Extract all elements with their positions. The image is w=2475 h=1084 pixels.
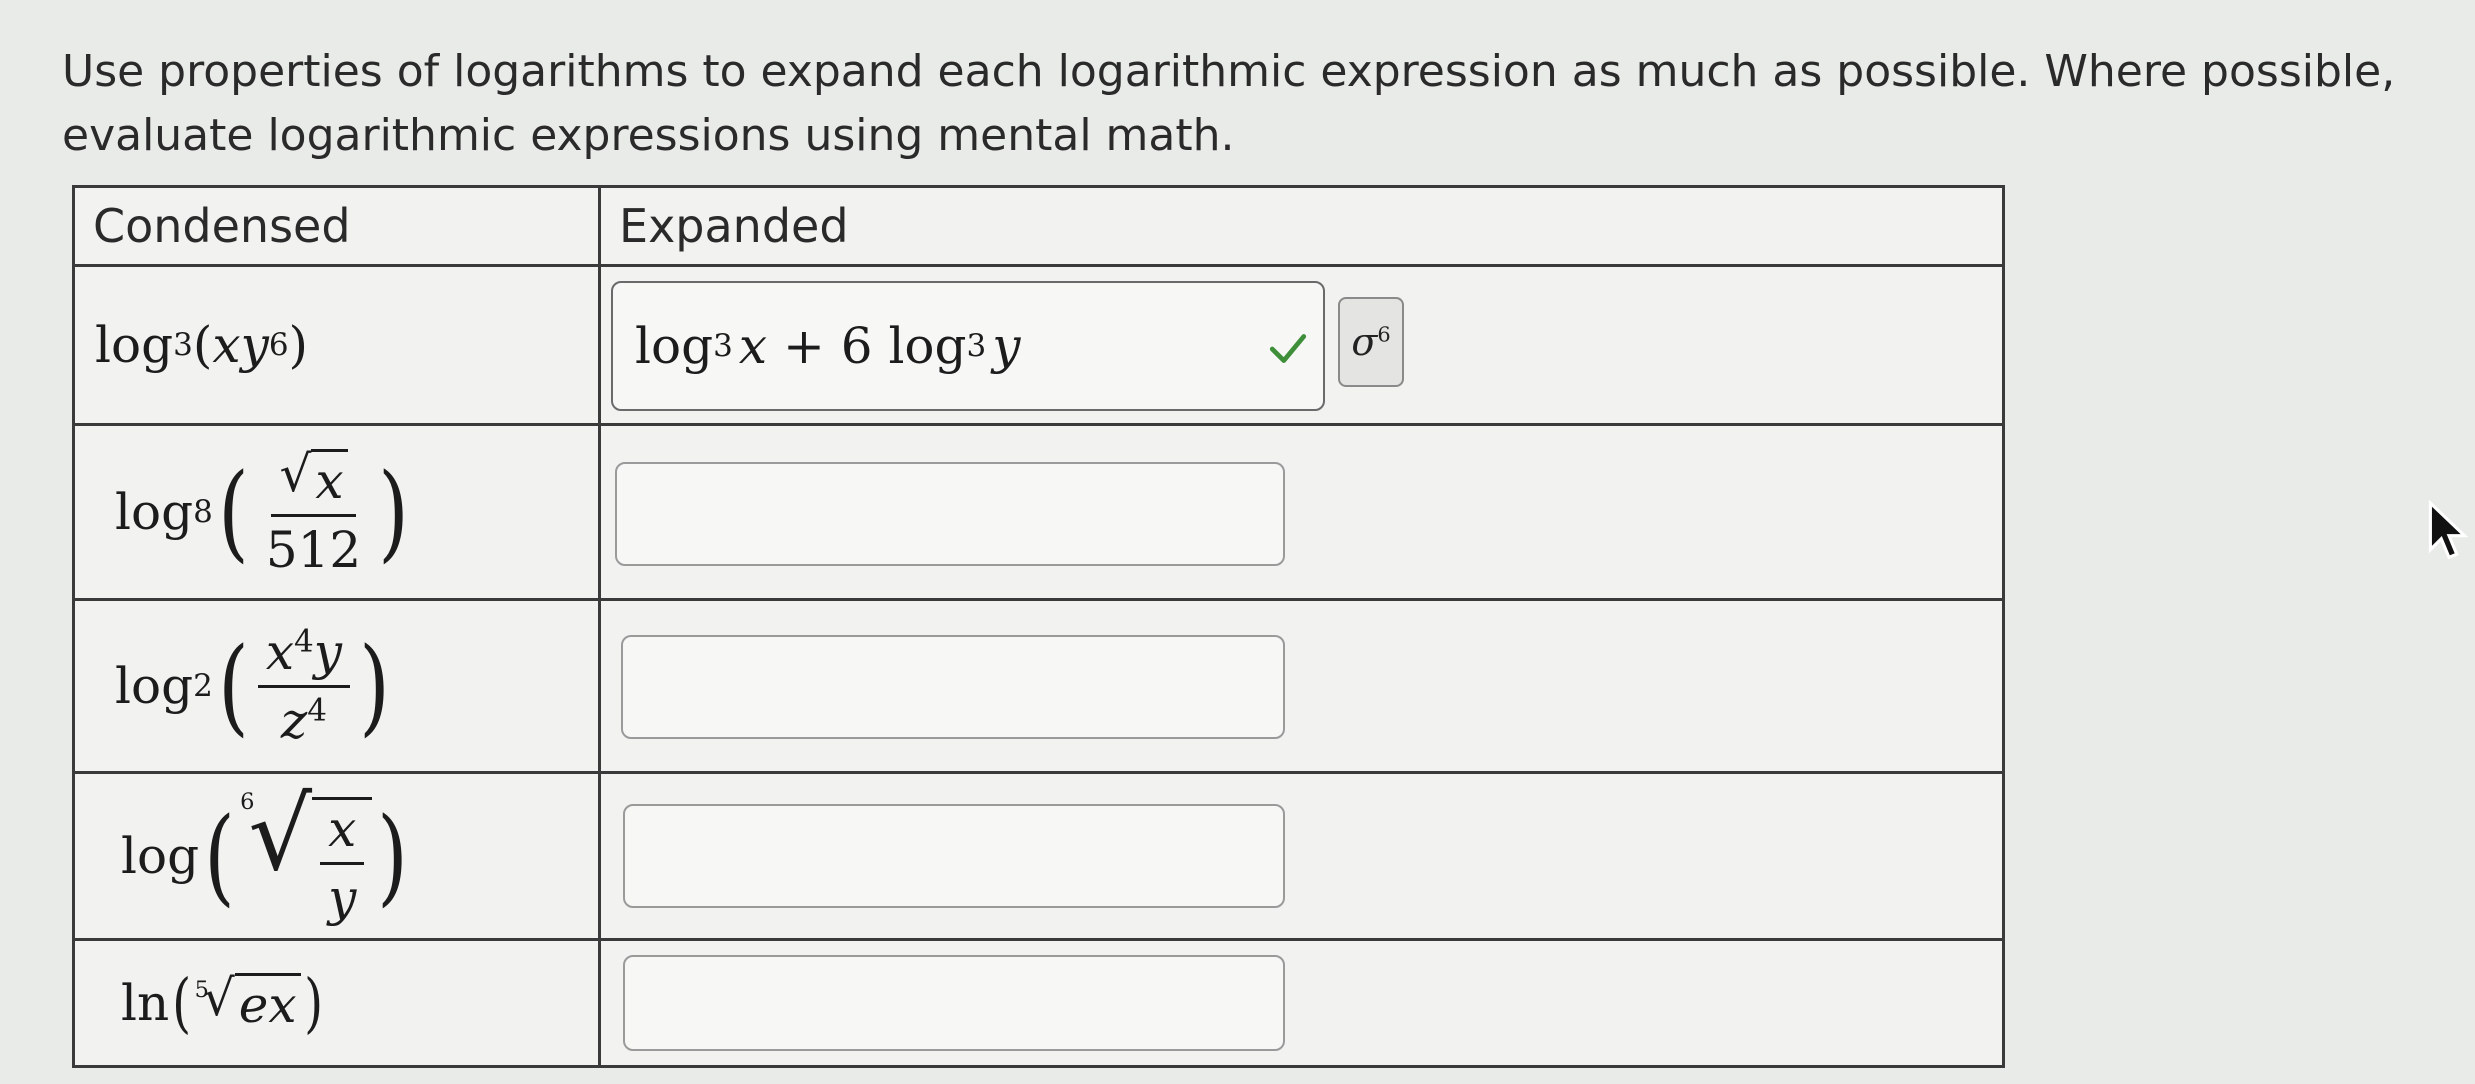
expanded-cell-3 [598, 598, 2005, 774]
table-row: log 8 ( √ x 512 ) [72, 423, 2005, 601]
answer-input-3[interactable] [621, 635, 1285, 739]
expanded-cell-2 [598, 423, 2005, 601]
condensed-expression-3: log 2 ( x4y z4 ) [72, 598, 601, 774]
table-row: log ( 6 √ x y ) [72, 771, 2005, 941]
table-header-row: Condensed Expanded [72, 185, 2005, 267]
arrow-cursor-icon [2428, 500, 2469, 560]
table-row: log 3 ( xy6 ) log 3 x + 6 log 3 y σ6 [72, 264, 2005, 426]
expanded-cell-4 [598, 771, 2005, 941]
table-row: log 2 ( x4y z4 ) [72, 598, 2005, 774]
expanded-cell-1: log 3 x + 6 log 3 y σ6 [598, 264, 2005, 426]
header-expanded: Expanded [598, 185, 2005, 267]
answer-input-1[interactable]: log 3 x + 6 log 3 y [611, 281, 1325, 411]
condensed-expression-2: log 8 ( √ x 512 ) [72, 423, 601, 601]
condensed-expression-5: ln ( 5 √ ex ) [72, 938, 601, 1068]
instructions-text: Use properties of logarithms to expand e… [62, 46, 2396, 161]
header-condensed: Condensed [72, 185, 601, 267]
condensed-expression-1: log 3 ( xy6 ) [72, 264, 601, 426]
answer-input-4[interactable] [623, 804, 1285, 908]
answer-input-5[interactable] [623, 955, 1285, 1051]
sigma-superscript-icon: σ6 [1351, 320, 1391, 364]
answer-input-2[interactable] [615, 462, 1285, 566]
logarithm-table: Condensed Expanded log 3 ( xy6 ) log 3 x +… [72, 185, 2005, 1068]
sigma-superscript-button[interactable]: σ6 [1338, 297, 1404, 387]
condensed-expression-4: log ( 6 √ x y ) [72, 771, 601, 941]
check-icon [1269, 334, 1307, 363]
table-row: ln ( 5 √ ex ) [72, 938, 2005, 1068]
expanded-cell-5 [598, 938, 2005, 1068]
